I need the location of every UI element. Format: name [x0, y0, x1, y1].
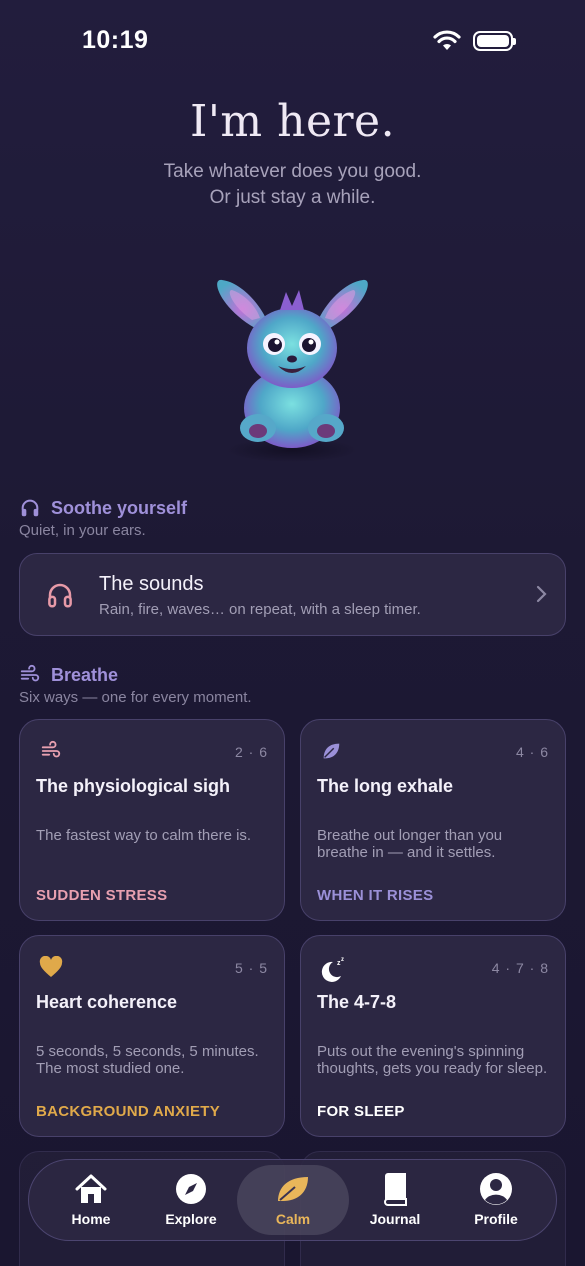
- soothe-section-header: Soothe yourself: [19, 497, 187, 519]
- sounds-card-description: Rain, fire, waves… on repeat, with a sle…: [99, 601, 421, 618]
- card-tag: BACKGROUND ANXIETY: [36, 1103, 221, 1120]
- moon-icon: z z: [321, 957, 344, 982]
- breathing-pattern: 2 · 6: [234, 744, 268, 760]
- breathe-section-header: Breathe: [19, 664, 118, 686]
- hero-subtitle-line1: Take whatever does you good.: [163, 161, 422, 182]
- breathing-pattern: 4 · 7 · 8: [491, 960, 549, 976]
- leaf-icon: [323, 743, 340, 759]
- tab-explore[interactable]: Explore: [141, 1160, 241, 1240]
- compass-icon: [176, 1174, 206, 1204]
- status-bar: 10:19: [0, 0, 585, 82]
- tab-label: Home: [71, 1211, 111, 1227]
- hero-subtitle-line2: Or just stay a while.: [209, 187, 376, 208]
- tab-label: Journal: [369, 1211, 421, 1227]
- tab-label: Explore: [165, 1211, 217, 1227]
- mascot-image: [217, 279, 368, 462]
- card-description: Breathe out longer than you breathe in —…: [317, 827, 503, 861]
- sounds-card-title: The sounds: [99, 573, 204, 595]
- breathing-card-sigh[interactable]: 2 · 6 The physiological sigh The fastest…: [19, 719, 285, 921]
- profile-icon: [480, 1173, 512, 1205]
- breathing-card-heart-coherence[interactable]: 5 · 5 Heart coherence 5 seconds, 5 secon…: [19, 935, 285, 1137]
- card-title: The 4-7-8: [317, 992, 397, 1012]
- chevron-right-icon: [536, 585, 547, 603]
- wind-icon: [20, 664, 40, 682]
- sounds-card[interactable]: The sounds Rain, fire, waves… on repeat,…: [19, 553, 566, 636]
- tab-calm[interactable]: Calm: [237, 1165, 349, 1235]
- tab-journal[interactable]: Journal: [345, 1160, 445, 1240]
- section-title-breathe: Breathe: [51, 664, 119, 685]
- tab-label: Profile: [474, 1211, 518, 1227]
- svg-text:z: z: [341, 957, 344, 963]
- bottom-tab-bar: Home Explore Calm Journal Profile: [28, 1159, 557, 1241]
- section-subtitle-soothe: Quiet, in your ears.: [19, 522, 146, 539]
- heart-icon: [39, 956, 63, 977]
- book-icon: [383, 1173, 407, 1206]
- breathing-pattern: 5 · 5: [234, 960, 268, 976]
- status-icons: [433, 30, 516, 52]
- card-description: 5 seconds, 5 seconds, 5 minutes. The mos…: [36, 1043, 259, 1077]
- tab-home[interactable]: Home: [41, 1160, 141, 1240]
- wind-icon: [41, 740, 61, 758]
- card-title: The physiological sigh: [36, 776, 231, 796]
- battery-icon: [473, 31, 516, 51]
- breathing-card-4-7-8[interactable]: z z 4 · 7 · 8 The 4-7-8 Puts out the eve…: [300, 935, 566, 1137]
- page-title: I'm here.: [189, 96, 396, 147]
- card-title: Heart coherence: [36, 992, 178, 1012]
- home-icon: [75, 1174, 107, 1203]
- breathing-pattern: 4 · 6: [515, 744, 549, 760]
- status-time: 10:19: [82, 26, 149, 54]
- tab-label: Calm: [275, 1211, 311, 1227]
- card-tag: FOR SLEEP: [317, 1103, 405, 1120]
- card-tag: SUDDEN STRESS: [36, 887, 168, 904]
- leaf-icon: [278, 1177, 308, 1201]
- section-title-soothe: Soothe yourself: [51, 497, 188, 518]
- headphones-icon: [21, 499, 39, 517]
- card-tag: WHEN IT RISES: [317, 887, 434, 904]
- headphones-icon: [48, 583, 72, 608]
- section-subtitle-breathe: Six ways — one for every moment.: [19, 689, 252, 706]
- card-description: The fastest way to calm there is.: [36, 827, 252, 844]
- card-title: The long exhale: [317, 776, 454, 796]
- tab-profile[interactable]: Profile: [446, 1160, 546, 1240]
- card-description: Puts out the evening's spinning thoughts…: [317, 1043, 548, 1077]
- breathing-card-long-exhale[interactable]: 4 · 6 The long exhale Breathe out longer…: [300, 719, 566, 921]
- wifi-icon: [433, 30, 461, 50]
